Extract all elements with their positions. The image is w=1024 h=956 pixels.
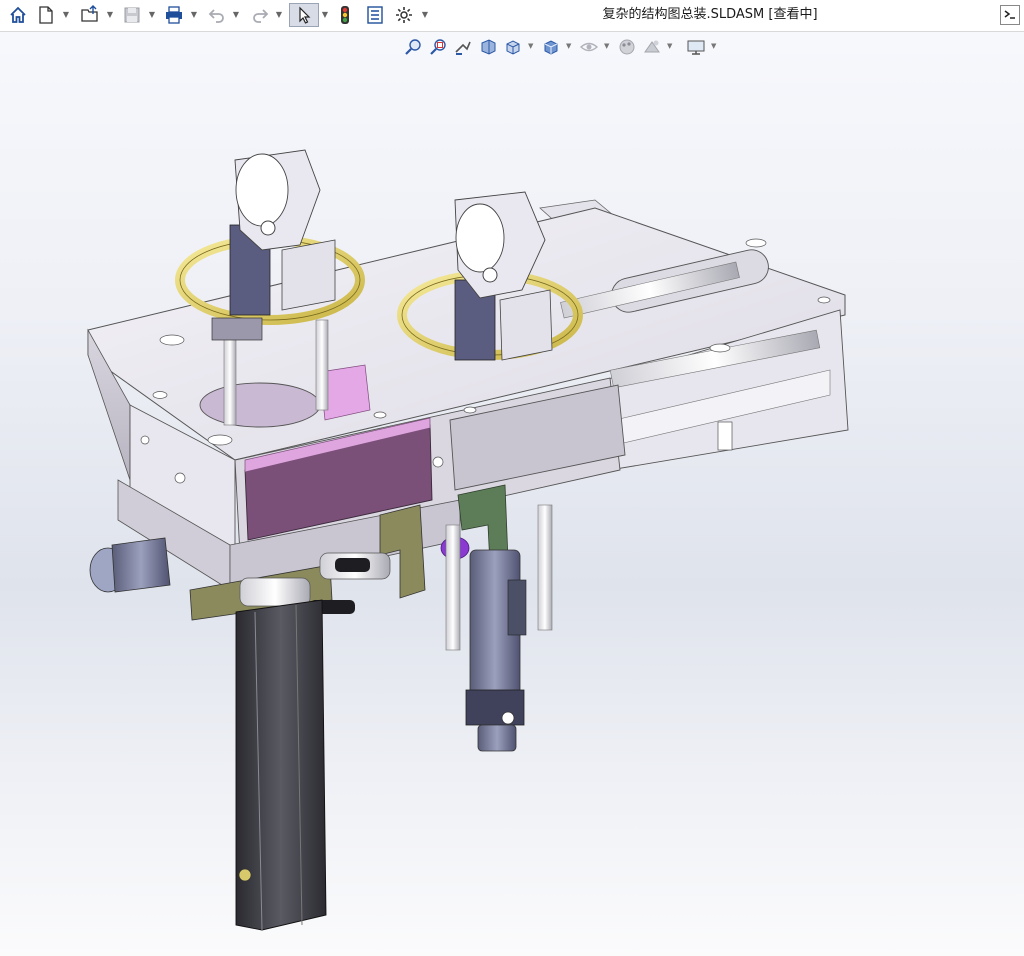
home-icon[interactable] — [6, 3, 30, 27]
new-document-icon[interactable] — [35, 3, 57, 27]
print-dropdown-caret[interactable]: ▼ — [190, 9, 198, 21]
save-dropdown-caret[interactable]: ▼ — [148, 9, 156, 21]
select-pointer-icon[interactable] — [289, 3, 319, 27]
graphics-area[interactable]: ▼ ▼ ▼ ▼ ▼ — [0, 32, 1024, 956]
undo-dropdown-caret[interactable]: ▼ — [232, 9, 240, 21]
chevron-right-icon — [1004, 10, 1015, 19]
title-toolbar: ▼ ▼ ▼ ▼ ▼ ▼ ▼ ▼ 复杂的结构图总装.SLDASM [查看中] — [0, 0, 1024, 32]
new-dropdown-caret[interactable]: ▼ — [62, 9, 70, 21]
options-dropdown-caret[interactable]: ▼ — [421, 9, 429, 21]
options-gear-icon[interactable] — [393, 3, 415, 27]
gripper-left — [175, 149, 365, 341]
open-folder-icon[interactable] — [78, 3, 102, 27]
select-dropdown-caret[interactable]: ▼ — [321, 9, 329, 21]
solidworks-window: ▼ ▼ ▼ ▼ ▼ ▼ ▼ ▼ 复杂的结构图总装.SLDASM [查看中] ▼ … — [0, 0, 1024, 956]
assembly-model[interactable] — [0, 32, 1024, 956]
undo-icon[interactable] — [205, 3, 229, 27]
open-dropdown-caret[interactable]: ▼ — [106, 9, 114, 21]
file-properties-icon[interactable] — [364, 3, 386, 27]
print-icon[interactable] — [162, 3, 186, 27]
window-title: 复杂的结构图总装.SLDASM [查看中] — [602, 7, 818, 22]
traffic-light-icon[interactable] — [336, 3, 354, 27]
expand-pane-button[interactable] — [1000, 5, 1020, 25]
redo-dropdown-caret[interactable]: ▼ — [275, 9, 283, 21]
redo-icon[interactable] — [248, 3, 272, 27]
save-icon[interactable] — [120, 3, 144, 27]
